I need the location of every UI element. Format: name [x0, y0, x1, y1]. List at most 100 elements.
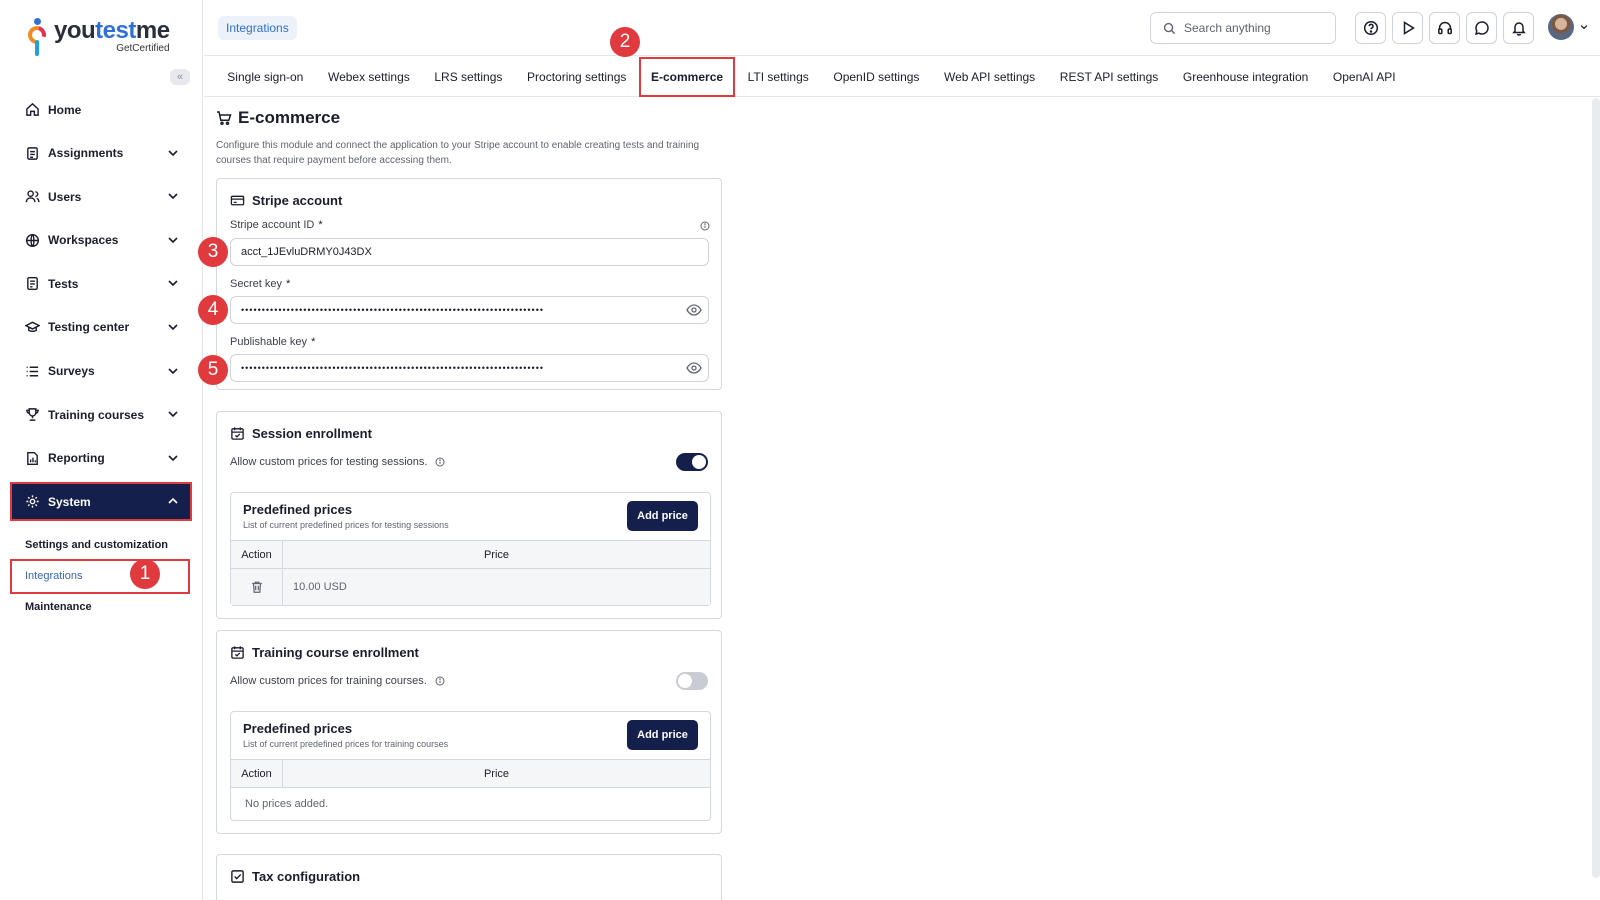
logo[interactable]: youtestme GetCertified	[24, 17, 170, 58]
trash-icon[interactable]	[250, 580, 264, 594]
main-content: E-commerce Configure this module and con…	[204, 98, 1584, 900]
tab-lrs-settings[interactable]: LRS settings	[422, 57, 515, 97]
sidebar-item-home[interactable]: Home	[12, 92, 190, 127]
sidebar-item-label: Training courses	[48, 407, 145, 422]
chevron-up-icon	[168, 498, 178, 504]
tab-openai-api[interactable]: OpenAI API	[1321, 57, 1408, 97]
logo-mark-icon	[24, 18, 50, 58]
tab-rest-api-settings[interactable]: REST API settings	[1047, 57, 1170, 97]
brand-tagline: GetCertified	[116, 43, 170, 54]
publishable-key-input[interactable]: ••••••••••••••••••••••••••••••••••••••••…	[230, 354, 709, 382]
chevron-down-icon	[168, 455, 178, 461]
brand-name: youtestme	[54, 17, 170, 44]
sidebar-item-testing-center[interactable]: Testing center	[12, 310, 190, 345]
card-title: Stripe account	[230, 193, 342, 208]
eye-icon[interactable]	[686, 361, 702, 375]
tab-openid-settings[interactable]: OpenID settings	[821, 57, 932, 97]
tab-lti-settings[interactable]: LTI settings	[735, 57, 821, 97]
credit-card-icon	[230, 195, 245, 206]
card-title-text: Session enrollment	[252, 426, 372, 441]
gear-icon	[24, 494, 40, 510]
toggle-label: Allow custom prices for testing sessions…	[230, 456, 428, 468]
sidebar-item-label: Home	[48, 102, 82, 117]
sidebar-item-users[interactable]: Users	[12, 179, 190, 214]
stripe-account-id-input[interactable]: acct_1JEvluDRMY0J43DX	[230, 238, 709, 266]
card-title-text: Tax configuration	[252, 869, 361, 884]
card-title-text: Training course enrollment	[252, 645, 419, 660]
annotation-badge-5: 5	[198, 355, 228, 385]
report-icon	[24, 450, 40, 466]
page-description: Configure this module and connect the ap…	[216, 140, 700, 166]
globe-icon	[24, 232, 40, 248]
custom-prices-sessions-toggle[interactable]	[676, 453, 708, 471]
tab-e-commerce[interactable]: E-commerce	[638, 56, 736, 97]
sidebar-subitem-settings-and-customization[interactable]: Settings and customization	[12, 530, 190, 561]
sidebar-item-label: Tests	[48, 276, 79, 291]
users-icon	[24, 189, 40, 205]
sidebar-item-workspaces[interactable]: Workspaces	[12, 223, 190, 258]
sidebar-subitem-maintenance[interactable]: Maintenance	[12, 592, 190, 623]
eye-icon[interactable]	[686, 303, 702, 317]
sidebar-item-reporting[interactable]: Reporting	[12, 441, 190, 476]
help-button[interactable]	[1355, 12, 1386, 44]
collapse-sidebar-button[interactable]: «	[170, 69, 190, 85]
sidebar: youtestme GetCertified « Home Assignment…	[0, 0, 203, 900]
avatar[interactable]	[1548, 14, 1574, 40]
sidebar-item-label: Surveys	[48, 364, 95, 379]
tab-greenhouse-integration[interactable]: Greenhouse integration	[1171, 57, 1321, 97]
support-button[interactable]	[1429, 12, 1460, 44]
info-icon[interactable]	[435, 676, 445, 686]
tab-proctoring-settings[interactable]: Proctoring settings	[515, 57, 639, 97]
trophy-icon	[24, 407, 40, 423]
play-button[interactable]	[1392, 12, 1423, 44]
chat-button[interactable]	[1466, 12, 1497, 44]
sidebar-item-training-courses[interactable]: Training courses	[12, 397, 190, 432]
add-price-button[interactable]: Add price	[627, 720, 698, 750]
predefined-prices-title: Predefined prices	[243, 721, 353, 736]
search-input[interactable]: Search anything	[1150, 12, 1336, 44]
page-title-text: E-commerce	[238, 108, 341, 127]
predefined-prices-title: Predefined prices	[243, 502, 353, 517]
sidebar-item-assignments[interactable]: Assignments	[12, 136, 190, 171]
custom-prices-training-toggle[interactable]	[676, 672, 708, 690]
breadcrumb[interactable]: Integrations	[218, 16, 297, 40]
page-title: E-commerce	[216, 108, 340, 128]
chevron-down-icon	[168, 324, 178, 331]
secret-key-label: Secret key *	[230, 278, 291, 290]
scrollbar[interactable]	[1592, 98, 1600, 878]
test-icon	[24, 276, 40, 292]
session-enrollment-card: Session enrollment Allow custom prices f…	[216, 411, 722, 619]
tab-single-sign-on[interactable]: Single sign-on	[215, 57, 316, 97]
empty-state-text: No prices added.	[245, 798, 329, 810]
sidebar-item-tests[interactable]: Tests	[12, 266, 190, 301]
integrations-tabs: Single sign-on Webex settings LRS settin…	[204, 56, 1600, 97]
chevron-down-icon	[168, 280, 178, 287]
checkbox-icon	[231, 870, 244, 883]
tab-webex-settings[interactable]: Webex settings	[316, 57, 422, 97]
toggle-label: Allow custom prices for training courses…	[230, 675, 427, 687]
add-price-button[interactable]: Add price	[627, 501, 698, 531]
sidebar-item-label: Assignments	[48, 146, 124, 161]
info-icon[interactable]	[435, 457, 445, 467]
annotation-badge-2: 2	[610, 27, 640, 57]
tab-web-api-settings[interactable]: Web API settings	[932, 57, 1048, 97]
predefined-prices-sessions: Predefined prices List of current predef…	[230, 492, 711, 606]
calendar-check-icon	[231, 646, 244, 659]
chevron-down-icon[interactable]	[1579, 22, 1589, 32]
column-price: Price	[483, 768, 510, 780]
secret-key-input[interactable]: ••••••••••••••••••••••••••••••••••••••••…	[230, 296, 709, 324]
sidebar-item-surveys[interactable]: Surveys	[12, 354, 190, 389]
annotation-badge-4: 4	[198, 295, 228, 325]
chat-icon	[1474, 21, 1489, 36]
sidebar-subitem-integrations[interactable]: Integrations	[10, 558, 190, 594]
notifications-button[interactable]	[1503, 12, 1534, 44]
predefined-prices-training: Predefined prices List of current predef…	[230, 711, 711, 821]
info-icon[interactable]	[700, 221, 710, 231]
home-icon	[24, 102, 40, 118]
sidebar-item-label: Reporting	[48, 451, 105, 466]
sidebar-item-system[interactable]: System	[10, 482, 192, 522]
custom-prices-sessions-row: Allow custom prices for testing sessions…	[230, 456, 445, 468]
chevron-down-icon	[168, 411, 178, 418]
annotation-badge-1: 1	[130, 559, 160, 589]
predefined-prices-subtitle: List of current predefined prices for te…	[243, 520, 449, 530]
